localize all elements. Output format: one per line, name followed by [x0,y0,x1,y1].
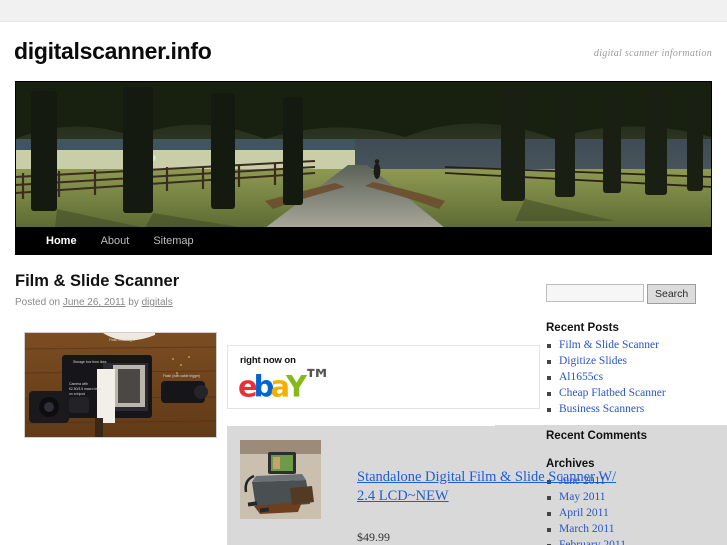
recent-post-link[interactable]: Al1655cs [559,371,603,383]
search-button[interactable]: Search [647,284,697,304]
listing-title-link[interactable]: Standalone Digital Film & Slide Scanner … [357,468,627,506]
widget-title-recent-comments: Recent Comments [546,430,647,442]
svg-text:on a tripod: on a tripod [69,392,85,396]
svg-text:Storage box from Ikea: Storage box from Ikea [73,360,106,364]
ebay-logo-letter-a: a [270,369,289,404]
ebay-logo-letter-b: b [253,369,275,404]
post-featured-image: Storage box from Ikea Camera with f/2.50… [24,332,217,438]
listing-price: $49.99 [357,530,390,544]
banner-illustration [15,81,712,228]
widget-recent-posts: Recent Posts Film & Slide Scanner Digiti… [546,322,698,416]
recent-post-link[interactable]: Business Scanners [559,403,644,415]
post-meta-prefix: Posted on [15,297,61,308]
ebay-widget: right now on ebaY™ [227,345,540,409]
ebay-tagline: right now on [240,355,296,366]
svg-text:Flash (with cable trigger): Flash (with cable trigger) [163,374,200,378]
list-item[interactable]: March 2011 [546,523,698,536]
post-meta-by: by [128,297,139,308]
header-banner-image [15,81,712,228]
site-header: digitalscanner.info digital scanner info… [0,22,727,79]
post-date-link[interactable]: June 26, 2011 [63,297,126,308]
page-root: digitalscanner.info digital scanner info… [0,0,727,545]
nav-item-home[interactable]: Home [15,228,89,255]
recent-posts-list: Film & Slide Scanner Digitize Slides Al1… [546,339,698,416]
widget-title-recent-posts: Recent Posts [546,322,619,334]
listing-product-illustration [240,440,321,519]
list-item[interactable]: April 2011 [546,507,698,520]
post-author-link[interactable]: digitals [142,297,173,308]
post-title[interactable]: Film & Slide Scanner [15,272,525,291]
primary-navigation[interactable]: Home About Sitemap [15,228,712,255]
search-input[interactable] [546,284,644,302]
nav-item-sitemap[interactable]: Sitemap [141,228,205,255]
archive-link[interactable]: February 2011 [559,539,626,545]
browser-top-strip [0,0,727,22]
post-photo-illustration: Storage box from Ikea Camera with f/2.50… [25,333,216,437]
nav-item-about[interactable]: About [89,228,142,255]
list-item[interactable]: Digitize Slides [546,355,698,368]
site-description: digital scanner information [593,48,712,59]
ebay-logo-letter-e: e [238,369,258,404]
list-item[interactable]: Cheap Flatbed Scanner [546,387,698,400]
main-content: Film & Slide Scanner Posted on June 26, … [15,272,525,308]
list-item[interactable]: February 2011 [546,539,698,545]
ebay-logo-trademark: ™ [303,363,332,397]
recent-post-link[interactable]: Film & Slide Scanner [559,339,659,351]
widget-recent-comments: Recent Comments [546,430,698,442]
ebay-logo-letter-y: Y [286,369,307,404]
recent-post-link[interactable]: Digitize Slides [559,355,627,367]
svg-text:Camera with: Camera with [69,382,88,386]
post-meta: Posted on June 26, 2011 by digitals [15,297,525,308]
nav-link-sitemap[interactable]: Sitemap [141,228,205,255]
listing-product-image[interactable] [240,440,321,519]
search-form[interactable]: Search [546,284,698,306]
recent-post-link[interactable]: Cheap Flatbed Scanner [559,387,666,399]
site-title[interactable]: digitalscanner.info [14,38,212,65]
svg-text:Flash model light: Flash model light [109,338,135,342]
archive-link[interactable]: March 2011 [559,523,614,535]
list-item[interactable]: Business Scanners [546,403,698,416]
svg-text:f/2.50/3.5 macro lens: f/2.50/3.5 macro lens [69,387,101,391]
nav-list: Home About Sitemap [15,228,712,255]
list-item[interactable]: Film & Slide Scanner [546,339,698,352]
ebay-logo[interactable]: ebaY™ [238,363,332,404]
list-item[interactable]: Al1655cs [546,371,698,384]
nav-link-about[interactable]: About [89,228,142,255]
archive-link[interactable]: April 2011 [559,507,609,519]
nav-link-home[interactable]: Home [15,228,89,255]
